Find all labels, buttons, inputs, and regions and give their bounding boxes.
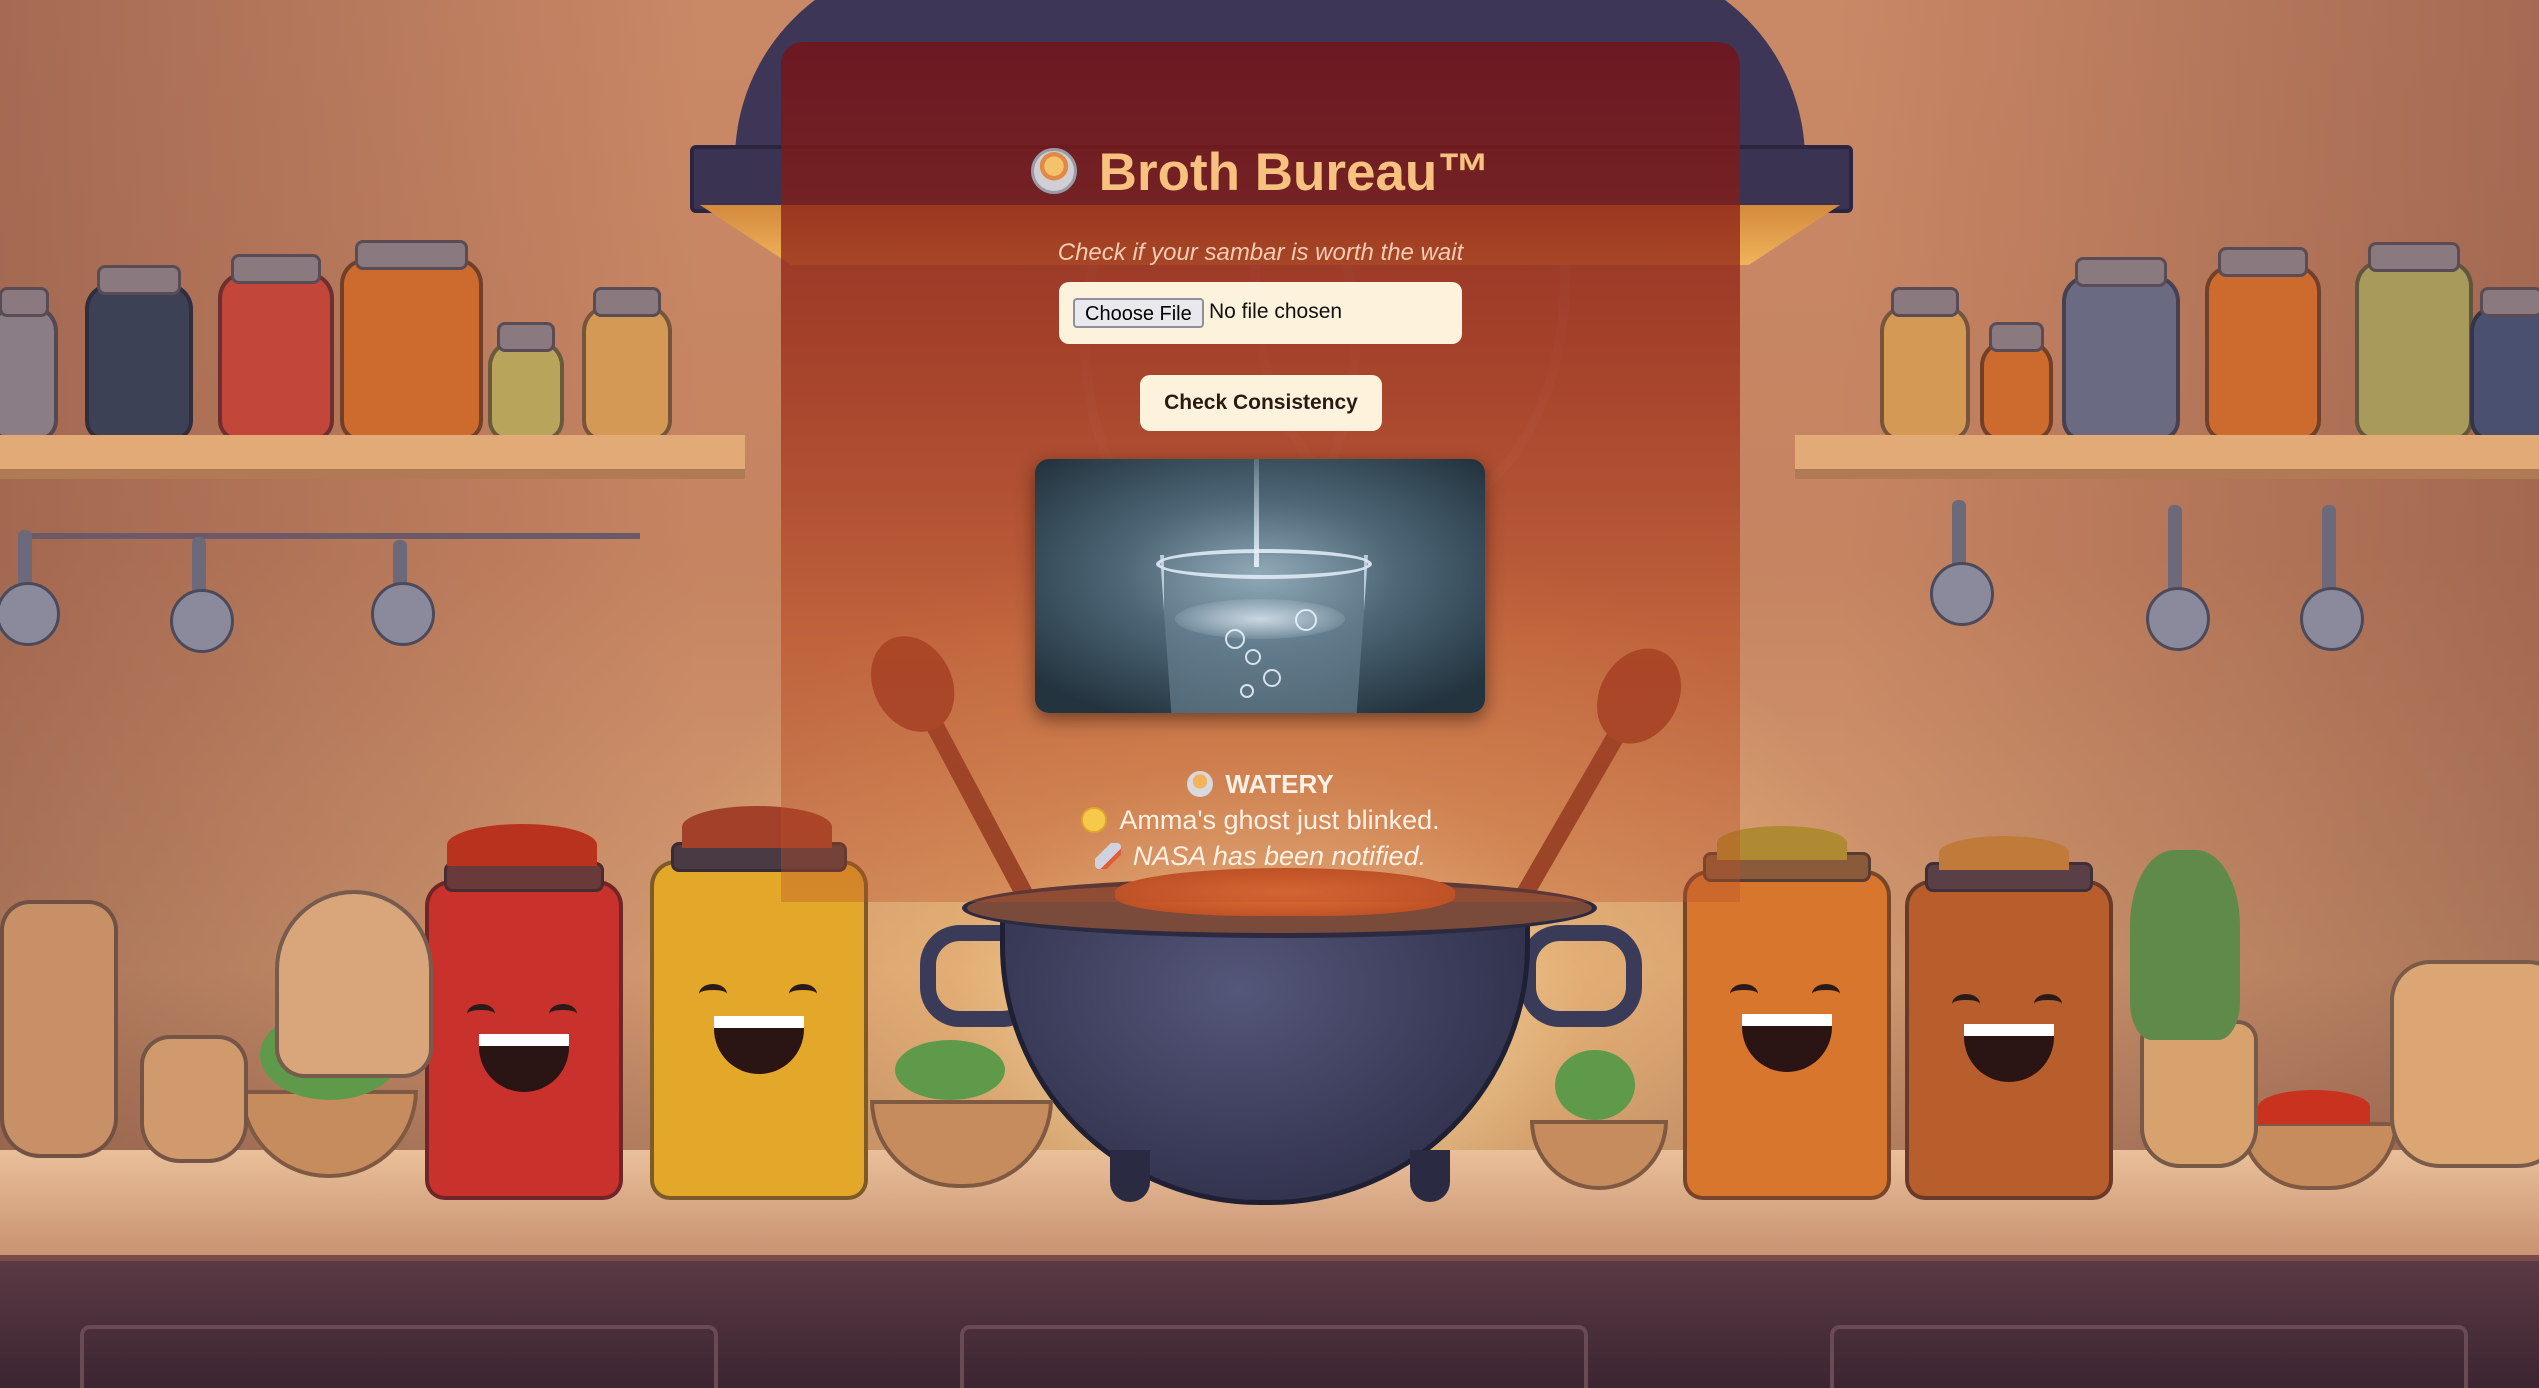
choose-file-button[interactable]: Choose File <box>1073 298 1204 328</box>
small-jar <box>140 1035 248 1163</box>
ceramic-jar <box>275 890 433 1078</box>
wall-shelf <box>0 435 745 479</box>
hanging-spoon <box>1930 500 1994 626</box>
page-subtitle: Check if your sambar is worth the wait <box>1057 239 1464 266</box>
spice-jar <box>2355 242 2473 441</box>
utensil-rail <box>20 533 640 539</box>
teapot <box>0 900 118 1158</box>
crying-face-icon <box>1081 807 1108 833</box>
verdict-line: WATERY <box>781 766 1740 802</box>
spice-jar <box>2062 257 2180 441</box>
hanging-spoon <box>170 537 234 653</box>
plant <box>2130 850 2240 1040</box>
spice-jar <box>488 322 564 441</box>
bubble <box>1225 629 1245 649</box>
hanging-spoon <box>0 530 60 646</box>
hanging-spoon <box>2146 505 2210 651</box>
hanging-spoon <box>2300 505 2364 651</box>
app-title: Broth Bureau™ <box>1098 143 1491 202</box>
main-card: Broth Bureau™ Check if your sambar is wo… <box>781 42 1740 902</box>
cabinet-door <box>1830 1325 2468 1388</box>
clay-pot <box>2390 960 2539 1168</box>
bubble <box>1295 609 1317 631</box>
spice-heap <box>2258 1090 2370 1124</box>
wall-shelf <box>1795 435 2539 479</box>
spice-jar <box>0 287 58 441</box>
bubble <box>1263 669 1281 687</box>
hanging-spoon <box>371 540 435 646</box>
rocket-icon <box>1094 843 1121 869</box>
spice-jar <box>85 265 193 441</box>
bowl-icon <box>1187 771 1214 797</box>
smiling-jar <box>1905 836 2113 1200</box>
water-splash <box>1175 599 1345 639</box>
spice-jar <box>2470 287 2539 441</box>
note-text: NASA has been notified. <box>1132 841 1427 871</box>
verdict-text: WATERY <box>1225 769 1334 799</box>
spice-jar <box>340 240 483 441</box>
spice-jar <box>1980 322 2053 441</box>
smiling-jar <box>1683 826 1891 1200</box>
soup-bowl-icon <box>1030 148 1077 194</box>
spice-jar <box>1880 287 1970 441</box>
bubble <box>1240 684 1254 698</box>
greens <box>895 1040 1005 1100</box>
spice-jar <box>582 287 672 441</box>
cabinet-door <box>80 1325 718 1388</box>
pot-handle <box>1520 925 1642 1027</box>
spice-jar <box>218 254 334 441</box>
planter <box>2140 1020 2258 1168</box>
cabinet-door <box>960 1325 1588 1388</box>
check-consistency-button[interactable]: Check Consistency <box>1140 375 1382 431</box>
file-upload-field[interactable]: Choose File No file chosen <box>1059 282 1462 344</box>
remark-text: Amma's ghost just blinked. <box>1119 805 1440 835</box>
smiling-jar <box>425 824 623 1200</box>
remark-line: Amma's ghost just blinked. <box>781 802 1740 838</box>
result-panel: WATERY Amma's ghost just blinked. NASA h… <box>781 766 1740 874</box>
pot-leg <box>1410 1150 1450 1202</box>
smiling-jar <box>650 806 868 1200</box>
file-status-text: No file chosen <box>1209 300 1343 323</box>
bubble <box>1245 649 1261 665</box>
uploaded-image-preview <box>1035 459 1485 713</box>
greens <box>1555 1050 1635 1120</box>
spice-jar <box>2205 247 2321 441</box>
pot-leg <box>1110 1150 1150 1202</box>
page-title: Broth Bureau™ <box>781 142 1740 203</box>
note-line: NASA has been notified. <box>781 838 1740 874</box>
